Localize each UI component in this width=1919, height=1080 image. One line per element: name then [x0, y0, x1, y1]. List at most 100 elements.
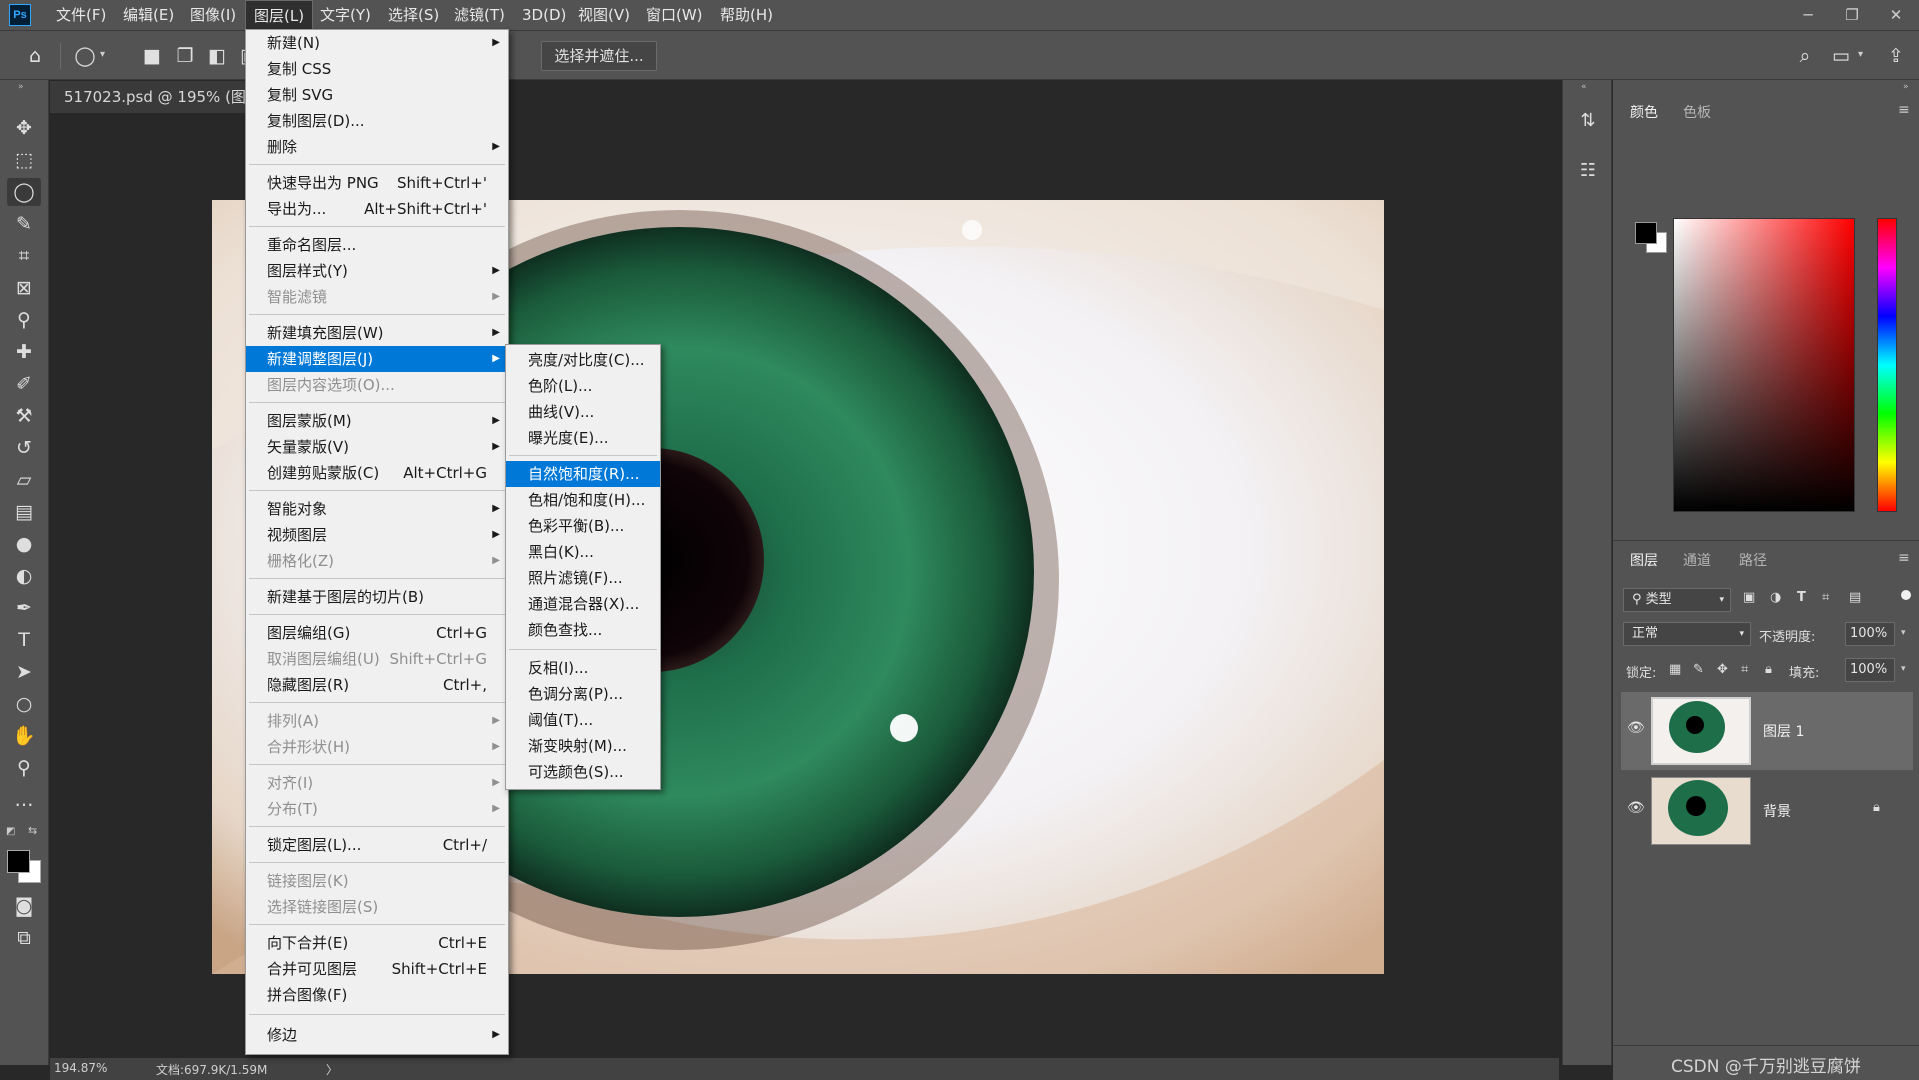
history-brush-tool-icon[interactable]: ↺: [7, 434, 41, 462]
menu-item-copy-svg[interactable]: 复制 SVG: [246, 82, 508, 108]
layer-row-background[interactable]: 👁︎ 背景 🔒︎: [1621, 772, 1913, 850]
screen-mode-icon[interactable]: ⧉: [7, 924, 41, 952]
foreground-color-swatch[interactable]: [7, 850, 30, 873]
collapse-icon[interactable]: »: [18, 82, 24, 92]
quick-select-tool-icon[interactable]: ✎: [7, 210, 41, 238]
submenu-item-selective-color[interactable]: 可选颜色(S)...: [506, 759, 660, 785]
filter-type-icon[interactable]: T: [1797, 590, 1806, 605]
menu-file[interactable]: 文件(F): [48, 0, 114, 30]
share-icon[interactable]: ⇪: [1883, 43, 1909, 69]
menu-item-smart-filter[interactable]: 智能滤镜 ▶: [246, 284, 508, 310]
menu-item-smart-objects[interactable]: 智能对象 ▶: [246, 496, 508, 522]
healing-brush-tool-icon[interactable]: ✚: [7, 338, 41, 366]
lock-image-icon[interactable]: ✎: [1693, 662, 1704, 677]
add-selection-icon[interactable]: ❐: [172, 43, 198, 69]
menu-filter[interactable]: 滤镜(T): [446, 0, 513, 30]
hue-slider[interactable]: [1877, 218, 1897, 512]
menu-item-lock-layers[interactable]: 锁定图层(L)... Ctrl+/: [246, 832, 508, 858]
chevron-down-icon[interactable]: ▾: [1901, 664, 1906, 674]
menu-item-ungroup-layers[interactable]: 取消图层编组(U) Shift+Ctrl+G: [246, 646, 508, 672]
layer-row-layer1[interactable]: 👁︎ 图层 1: [1621, 692, 1913, 770]
crop-tool-icon[interactable]: ⌗: [7, 242, 41, 270]
menu-item-layer-mask[interactable]: 图层蒙版(M) ▶: [246, 408, 508, 434]
menu-type[interactable]: 文字(Y): [312, 0, 379, 30]
menu-edit[interactable]: 编辑(E): [115, 0, 182, 30]
menu-window[interactable]: 窗口(W): [638, 0, 711, 30]
hand-tool-icon[interactable]: ✋: [7, 722, 41, 750]
eye-visibility-icon[interactable]: 👁︎: [1627, 800, 1645, 816]
menu-item-new[interactable]: 新建(N) ▶: [246, 30, 508, 56]
tab-layers[interactable]: 图层: [1630, 550, 1658, 572]
submenu-item-threshold[interactable]: 阈值(T)...: [506, 707, 660, 733]
submenu-item-gradient-map[interactable]: 渐变映射(M)...: [506, 733, 660, 759]
menu-item-hide-layers[interactable]: 隐藏图层(R) Ctrl+,: [246, 672, 508, 698]
stamp-tool-icon[interactable]: ⚒: [7, 402, 41, 430]
menu-item-matting[interactable]: 修边 ▶: [246, 1022, 508, 1048]
menu-item-create-clipping-mask[interactable]: 创建剪贴蒙版(C) Alt+Ctrl+G: [246, 460, 508, 486]
lock-icon[interactable]: 🔒︎: [1873, 800, 1880, 815]
lasso-tool-icon[interactable]: ◯: [7, 178, 41, 206]
collapse-icon[interactable]: «: [1581, 82, 1587, 92]
document-tab[interactable]: 517023.psd @ 195% (图层: [50, 81, 258, 113]
submenu-item-exposure[interactable]: 曝光度(E)...: [506, 425, 660, 451]
dodge-tool-icon[interactable]: ◐: [7, 562, 41, 590]
ellipse-tool-icon[interactable]: ○: [7, 690, 41, 718]
foreground-color-swatch[interactable]: [1635, 222, 1657, 244]
zoom-tool-icon[interactable]: ⚲: [7, 754, 41, 782]
submenu-item-posterize[interactable]: 色调分离(P)...: [506, 681, 660, 707]
swap-colors-icon[interactable]: ⇆: [28, 824, 37, 837]
lock-artboard-icon[interactable]: ⌗: [1741, 662, 1748, 677]
menu-item-video-layers[interactable]: 视频图层 ▶: [246, 522, 508, 548]
submenu-item-black-white[interactable]: 黑白(K)...: [506, 539, 660, 565]
lock-position-icon[interactable]: ✥: [1717, 662, 1728, 677]
subtract-selection-icon[interactable]: ◧: [204, 43, 230, 69]
submenu-item-levels[interactable]: 色阶(L)...: [506, 373, 660, 399]
pen-tool-icon[interactable]: ✒: [7, 594, 41, 622]
menu-item-group-layers[interactable]: 图层编组(G) Ctrl+G: [246, 620, 508, 646]
more-tools-icon[interactable]: …: [7, 786, 41, 814]
type-tool-icon[interactable]: T: [7, 626, 41, 654]
tab-color[interactable]: 颜色: [1630, 102, 1658, 124]
move-tool-icon[interactable]: ✥: [7, 114, 41, 142]
lock-all-icon[interactable]: 🔒︎: [1765, 662, 1772, 677]
submenu-item-curves[interactable]: 曲线(V)...: [506, 399, 660, 425]
new-selection-icon[interactable]: ■: [139, 43, 165, 69]
collapse-icon[interactable]: »: [1903, 82, 1909, 92]
home-icon[interactable]: ⌂: [22, 43, 48, 69]
menu-item-combine-shapes[interactable]: 合并形状(H) ▶: [246, 734, 508, 760]
gradient-tool-icon[interactable]: ▤: [7, 498, 41, 526]
eye-visibility-icon[interactable]: 👁︎: [1627, 720, 1645, 736]
menu-select[interactable]: 选择(S): [380, 0, 447, 30]
menu-item-link-layers[interactable]: 链接图层(K): [246, 868, 508, 894]
marquee-tool-icon[interactable]: ⬚: [7, 146, 41, 174]
menu-item-merge-visible[interactable]: 合并可见图层 Shift+Ctrl+E: [246, 956, 508, 982]
fill-input[interactable]: 100%: [1845, 658, 1895, 682]
menu-item-layer-content-options[interactable]: 图层内容选项(O)...: [246, 372, 508, 398]
menu-item-distribute[interactable]: 分布(T) ▶: [246, 796, 508, 822]
filter-adjustment-icon[interactable]: ◑: [1770, 590, 1781, 605]
submenu-item-brightness-contrast[interactable]: 亮度/对比度(C)...: [506, 347, 660, 373]
properties-panel-icon[interactable]: ☷: [1575, 158, 1601, 184]
submenu-item-vibrance[interactable]: 自然饱和度(R)...: [506, 461, 660, 487]
menu-item-rename-layer[interactable]: 重命名图层...: [246, 232, 508, 258]
tab-channels[interactable]: 通道: [1683, 550, 1711, 572]
search-icon[interactable]: ⌕: [1792, 43, 1818, 69]
workspace-icon[interactable]: ▭: [1828, 43, 1854, 69]
menu-item-delete[interactable]: 删除 ▶: [246, 134, 508, 160]
filter-pixel-icon[interactable]: ▣: [1743, 590, 1755, 605]
menu-item-select-linked-layers[interactable]: 选择链接图层(S): [246, 894, 508, 920]
menu-layer[interactable]: 图层(L): [245, 0, 314, 30]
status-menu-arrow-icon[interactable]: 〉: [326, 1061, 338, 1078]
menu-3d[interactable]: 3D(D): [514, 0, 574, 30]
submenu-item-color-lookup[interactable]: 颜色查找...: [506, 617, 660, 643]
opacity-input[interactable]: 100%: [1845, 622, 1895, 646]
menu-item-export-as[interactable]: 导出为... Alt+Shift+Ctrl+': [246, 196, 508, 222]
chevron-down-icon[interactable]: ▾: [1858, 49, 1863, 60]
frame-tool-icon[interactable]: ⊠: [7, 274, 41, 302]
default-colors-icon[interactable]: ◩: [6, 826, 15, 837]
zoom-level[interactable]: 194.87%: [54, 1061, 107, 1075]
menu-item-vector-mask[interactable]: 矢量蒙版(V) ▶: [246, 434, 508, 460]
eraser-tool-icon[interactable]: ▱: [7, 466, 41, 494]
tab-paths[interactable]: 路径: [1739, 550, 1767, 572]
blur-tool-icon[interactable]: ●: [7, 530, 41, 558]
